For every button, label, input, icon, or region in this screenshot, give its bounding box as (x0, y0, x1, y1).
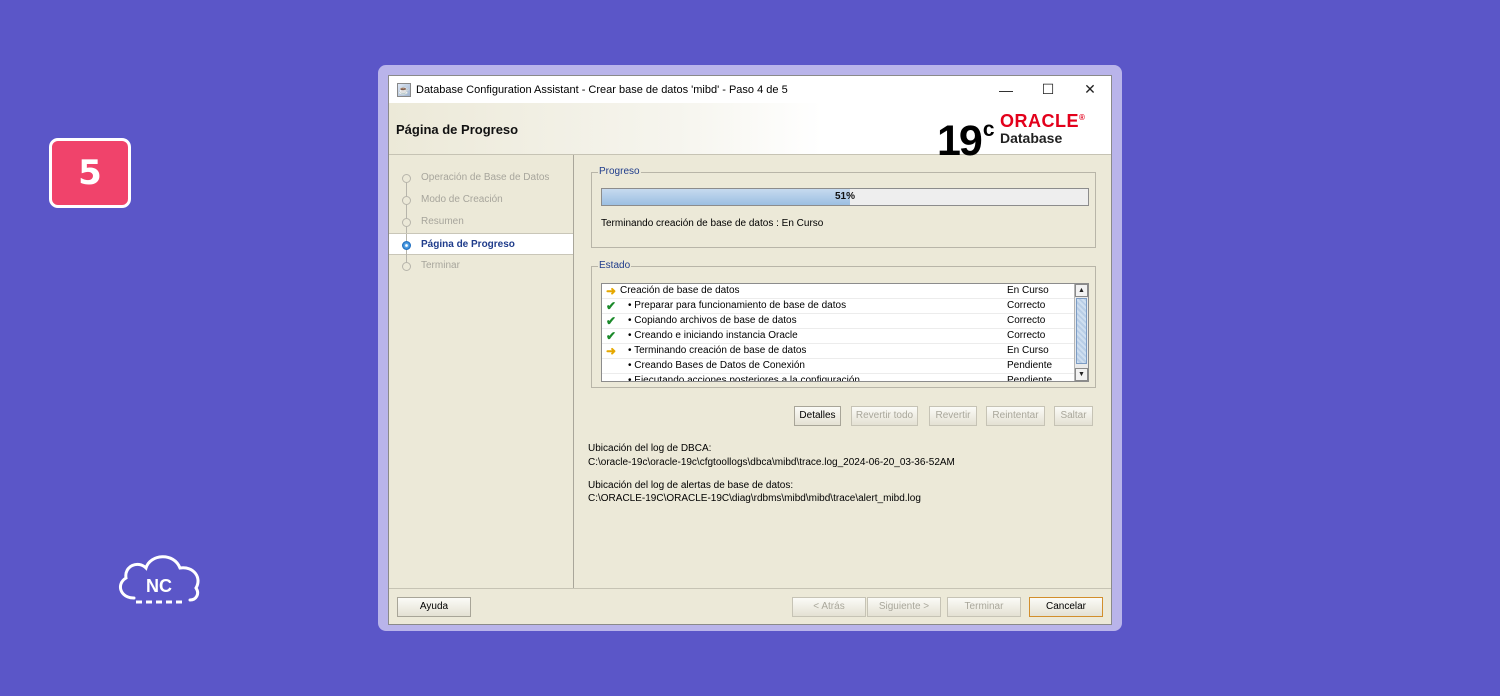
oracle-logo-word: ORACLE (1000, 111, 1079, 131)
step-resumen[interactable]: Resumen (389, 211, 573, 233)
status-row-label: • Creando Bases de Datos de Conexión (628, 360, 805, 371)
status-row-label: • Ejecutando acciones posteriores a la c… (628, 375, 860, 382)
cloud-icon: NC (118, 555, 200, 604)
arrow-icon: ➜ (605, 284, 617, 298)
reintentar-button[interactable]: Reintentar (986, 406, 1045, 426)
dbca-log-path: C:\oracle-19c\oracle-19c\cfgtoollogs\dbc… (588, 457, 955, 468)
status-row[interactable]: • Creando Bases de Datos de Conexión Pend… (602, 359, 1088, 374)
status-row[interactable]: ✔ • Copiando archivos de base de datos Cor… (602, 314, 1088, 329)
status-row-state: Correcto (1007, 330, 1046, 341)
scroll-down-icon[interactable]: ▼ (1075, 368, 1088, 381)
scroll-thumb[interactable] (1076, 298, 1087, 364)
oracle-logo-text: ORACLE® (1000, 111, 1085, 132)
status-row-state: Pendiente (1007, 375, 1053, 382)
status-row-state: Pendiente (1007, 360, 1053, 371)
arrow-icon: ➜ (605, 344, 617, 358)
status-row-label: Creación de base de datos (620, 285, 740, 296)
check-icon: ✔ (605, 329, 617, 343)
main-content: Progreso 51% Terminando creación de base… (575, 155, 1111, 588)
step-pagina-progreso[interactable]: Página de Progreso (389, 233, 573, 256)
step-node-active-icon (402, 241, 411, 250)
database-logo-text: Database (1000, 130, 1063, 146)
status-row-state: En Curso (1007, 285, 1049, 296)
step-operacion[interactable]: Operación de Base de Datos (389, 167, 573, 189)
status-row-label: • Copiando archivos de base de datos (628, 315, 797, 326)
step-label: Página de Progreso (421, 239, 515, 250)
nc-logo-text: NC (146, 576, 172, 596)
status-row-state: Correcto (1007, 300, 1046, 311)
step-modo-creacion[interactable]: Modo de Creación (389, 189, 573, 211)
progress-percent: 51% (834, 191, 855, 202)
status-row-label: • Creando e iniciando instancia Oracle (628, 330, 798, 341)
oracle-logo-mark: ® (1079, 113, 1086, 122)
nc-cloud-logo: NC (112, 548, 206, 612)
check-icon: ✔ (605, 299, 617, 313)
status-row-state: Correcto (1007, 315, 1046, 326)
maximize-button[interactable]: ☐ (1027, 76, 1069, 103)
screenshot-frame: ☕ Database Configuration Assistant - Cre… (378, 65, 1122, 631)
wizard-steps-sidebar: Operación de Base de Datos Modo de Creac… (389, 155, 574, 588)
window-title: Database Configuration Assistant - Crear… (416, 83, 788, 96)
status-row-label: • Preparar para funcionamiento de base d… (628, 300, 847, 311)
terminar-button[interactable]: Terminar (947, 597, 1021, 617)
step-label: Resumen (421, 216, 464, 227)
status-row-state: En Curso (1007, 345, 1049, 356)
step-node-icon (402, 262, 411, 271)
status-row[interactable]: ➜ Creación de base de datos En Curso (602, 284, 1088, 299)
minimize-button[interactable]: — (985, 76, 1027, 103)
status-row-label: • Terminando creación de base de datos (628, 345, 807, 356)
close-button[interactable]: ✕ (1069, 76, 1111, 103)
progress-legend: Progreso (598, 166, 641, 177)
step-terminar[interactable]: Terminar (389, 255, 573, 277)
status-table[interactable]: ➜ Creación de base de datos En Curso ✔ • Pr… (601, 283, 1089, 382)
progress-message: Terminando creación de base de datos : E… (601, 218, 824, 229)
check-icon: ✔ (605, 314, 617, 328)
wizard-header: Página de Progreso 19c ORACLE® Database (389, 103, 1111, 163)
ayuda-button[interactable]: Ayuda (397, 597, 471, 617)
status-row[interactable]: ➜ • Terminando creación de base de datos E… (602, 344, 1088, 359)
siguiente-button[interactable]: Siguiente > (867, 597, 941, 617)
status-row[interactable]: ✔ • Creando e iniciando instancia Oracle C… (602, 329, 1088, 344)
status-legend: Estado (598, 260, 632, 271)
step-node-icon (402, 174, 411, 183)
dbca-log-label: Ubicación del log de DBCA: (588, 443, 712, 454)
title-bar[interactable]: ☕ Database Configuration Assistant - Cre… (389, 76, 1111, 103)
step-label: Operación de Base de Datos (421, 172, 550, 183)
step-label: Modo de Creación (421, 194, 503, 205)
status-row[interactable]: ✔ • Preparar para funcionamiento de base … (602, 299, 1088, 314)
alert-log-path: C:\ORACLE-19C\ORACLE-19C\diag\rdbms\mibd… (588, 493, 921, 504)
status-row[interactable]: • Ejecutando acciones posteriores a la c… (602, 374, 1088, 382)
step-number-badge: 5 (49, 138, 131, 208)
atras-button[interactable]: < Atrás (792, 597, 866, 617)
cancelar-button[interactable]: Cancelar (1029, 597, 1103, 617)
status-group: Estado ➜ Creación de base de datos En Curs… (591, 260, 1096, 388)
logo-version-sup: c (982, 118, 995, 141)
saltar-button[interactable]: Saltar (1054, 406, 1093, 426)
step-label: Terminar (421, 260, 460, 271)
revertir-todo-button[interactable]: Revertir todo (851, 406, 918, 426)
revertir-button[interactable]: Revertir (929, 406, 977, 426)
scroll-up-icon[interactable]: ▲ (1075, 284, 1088, 297)
status-scrollbar[interactable]: ▲ ▼ (1074, 284, 1088, 381)
java-app-icon: ☕ (397, 82, 411, 97)
progress-bar: 51% (601, 188, 1089, 206)
page-title: Página de Progreso (396, 122, 519, 137)
dbca-window: ☕ Database Configuration Assistant - Cre… (388, 75, 1112, 625)
detalles-button[interactable]: Detalles (794, 406, 841, 426)
step-node-icon (402, 218, 411, 227)
wizard-footer: Ayuda < Atrás Siguiente > Terminar Cance… (389, 588, 1111, 625)
alert-log-label: Ubicación del log de alertas de base de … (588, 480, 794, 491)
step-node-icon (402, 196, 411, 205)
progress-group: Progreso 51% Terminando creación de base… (591, 166, 1096, 248)
